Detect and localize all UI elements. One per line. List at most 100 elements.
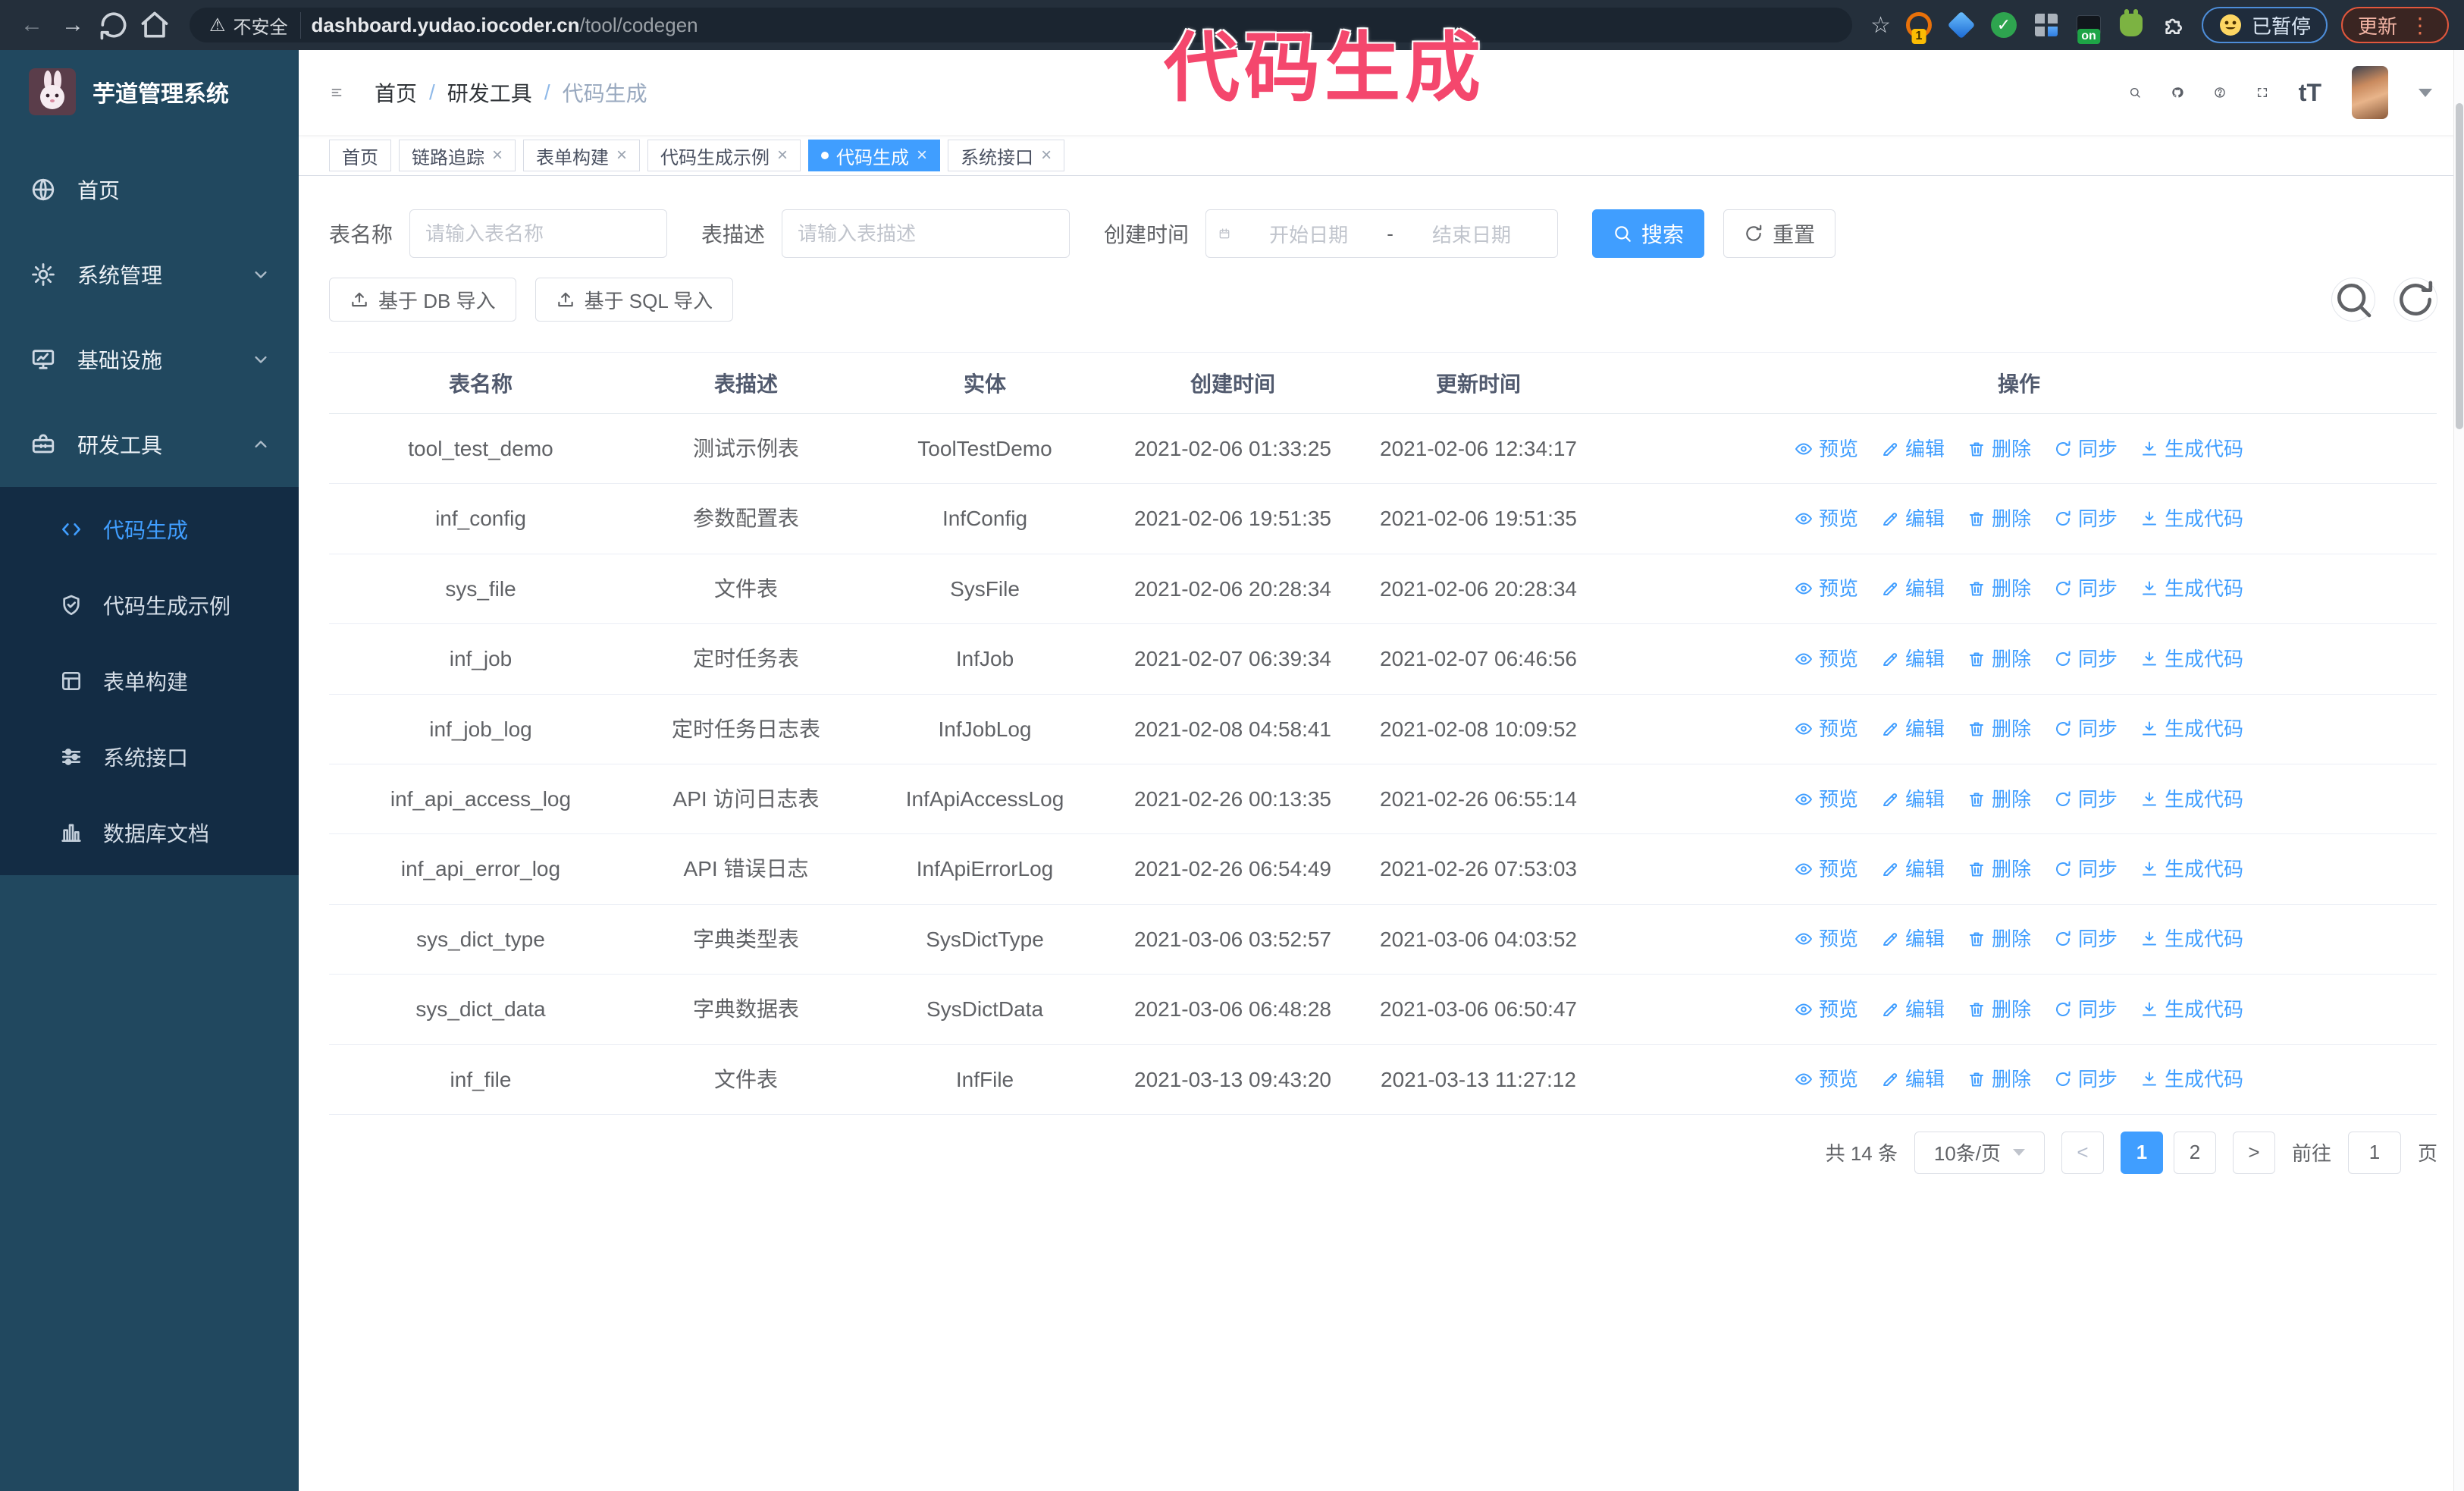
avatar[interactable] bbox=[2352, 66, 2388, 119]
reset-button[interactable]: 重置 bbox=[1723, 209, 1836, 258]
close-icon[interactable]: × bbox=[917, 146, 927, 165]
action-同步[interactable]: 同步 bbox=[2054, 434, 2118, 464]
action-编辑[interactable]: 编辑 bbox=[1881, 714, 1945, 744]
action-预览[interactable]: 预览 bbox=[1795, 714, 1858, 744]
action-生成代码[interactable]: 生成代码 bbox=[2140, 504, 2243, 534]
action-同步[interactable]: 同步 bbox=[2054, 784, 2118, 815]
breadcrumb-item[interactable]: 研发工具 bbox=[447, 77, 532, 108]
next-page-button[interactable]: > bbox=[2232, 1131, 2275, 1174]
security-warning[interactable]: ⚠ 不安全 bbox=[209, 11, 301, 39]
tab-首页[interactable]: 首页 bbox=[329, 140, 391, 171]
action-同步[interactable]: 同步 bbox=[2054, 504, 2118, 534]
action-生成代码[interactable]: 生成代码 bbox=[2140, 434, 2243, 464]
action-编辑[interactable]: 编辑 bbox=[1881, 504, 1945, 534]
action-预览[interactable]: 预览 bbox=[1795, 994, 1858, 1025]
action-生成代码[interactable]: 生成代码 bbox=[2140, 994, 2243, 1025]
action-预览[interactable]: 预览 bbox=[1795, 644, 1858, 674]
action-删除[interactable]: 删除 bbox=[1967, 434, 2031, 464]
sidebar-subitem-系统接口[interactable]: 系统接口 bbox=[0, 719, 299, 795]
extension-green-bot-icon[interactable] bbox=[2117, 9, 2146, 39]
action-删除[interactable]: 删除 bbox=[1967, 573, 2031, 604]
page-size-select[interactable]: 10条/页 bbox=[1914, 1131, 2045, 1174]
sidebar-item-系统管理[interactable]: 系统管理 bbox=[0, 232, 299, 317]
close-icon[interactable]: × bbox=[616, 146, 627, 165]
action-编辑[interactable]: 编辑 bbox=[1881, 994, 1945, 1025]
action-编辑[interactable]: 编辑 bbox=[1881, 573, 1945, 604]
breadcrumb-item[interactable]: 首页 bbox=[375, 77, 417, 108]
action-删除[interactable]: 删除 bbox=[1967, 784, 2031, 815]
action-生成代码[interactable]: 生成代码 bbox=[2140, 573, 2243, 604]
close-icon[interactable]: × bbox=[1041, 146, 1052, 165]
prev-page-button[interactable]: < bbox=[2061, 1131, 2104, 1174]
tab-表单构建[interactable]: 表单构建 × bbox=[523, 140, 641, 171]
extension-orange-circle-icon[interactable]: 1 bbox=[1904, 11, 1933, 44]
avatar-caret-icon[interactable] bbox=[2419, 88, 2432, 97]
action-预览[interactable]: 预览 bbox=[1795, 784, 1858, 815]
action-删除[interactable]: 删除 bbox=[1967, 644, 2031, 674]
action-删除[interactable]: 删除 bbox=[1967, 504, 2031, 534]
action-编辑[interactable]: 编辑 bbox=[1881, 1064, 1945, 1094]
action-预览[interactable]: 预览 bbox=[1795, 573, 1858, 604]
extension-blue-gem-icon[interactable] bbox=[1947, 11, 1976, 39]
extension-grid-icon[interactable] bbox=[2032, 11, 2061, 39]
tab-链路追踪[interactable]: 链路追踪 × bbox=[399, 140, 516, 171]
extensions-puzzle-icon[interactable] bbox=[2159, 11, 2188, 39]
search-button[interactable]: 搜索 bbox=[1592, 209, 1705, 258]
action-同步[interactable]: 同步 bbox=[2054, 1064, 2118, 1094]
extension-dark-icon[interactable]: on bbox=[2074, 11, 2103, 44]
sidebar-subitem-代码生成示例[interactable]: 代码生成示例 bbox=[0, 567, 299, 643]
page-scrollbar[interactable] bbox=[2453, 50, 2464, 1491]
action-编辑[interactable]: 编辑 bbox=[1881, 434, 1945, 464]
sidebar-subitem-代码生成[interactable]: 代码生成 bbox=[0, 491, 299, 567]
font-size-icon[interactable]: tT bbox=[2299, 79, 2321, 107]
action-生成代码[interactable]: 生成代码 bbox=[2140, 1064, 2243, 1094]
action-编辑[interactable]: 编辑 bbox=[1881, 644, 1945, 674]
action-删除[interactable]: 删除 bbox=[1967, 1064, 2031, 1094]
action-生成代码[interactable]: 生成代码 bbox=[2140, 924, 2243, 954]
browser-home-icon[interactable] bbox=[138, 8, 171, 42]
search-icon[interactable] bbox=[2129, 86, 2141, 99]
hamburger-icon[interactable] bbox=[331, 86, 343, 99]
action-生成代码[interactable]: 生成代码 bbox=[2140, 854, 2243, 884]
page-button-1[interactable]: 1 bbox=[2120, 1131, 2163, 1174]
close-icon[interactable]: × bbox=[777, 146, 788, 165]
fullscreen-icon[interactable] bbox=[2256, 86, 2268, 99]
action-同步[interactable]: 同步 bbox=[2054, 854, 2118, 884]
help-icon[interactable] bbox=[2214, 86, 2226, 99]
browser-back-icon[interactable]: ← bbox=[15, 8, 49, 42]
sidebar-logo[interactable]: 芋道管理系统 bbox=[0, 50, 299, 133]
action-编辑[interactable]: 编辑 bbox=[1881, 924, 1945, 954]
import-sql-button[interactable]: 基于 SQL 导入 bbox=[534, 278, 734, 322]
browser-reload-icon[interactable] bbox=[97, 8, 130, 42]
action-编辑[interactable]: 编辑 bbox=[1881, 854, 1945, 884]
browser-forward-icon[interactable]: → bbox=[56, 8, 89, 42]
tab-代码生成[interactable]: 代码生成 × bbox=[808, 140, 941, 171]
action-预览[interactable]: 预览 bbox=[1795, 504, 1858, 534]
date-range-picker[interactable]: 开始日期 - 结束日期 bbox=[1205, 209, 1559, 258]
action-同步[interactable]: 同步 bbox=[2054, 714, 2118, 744]
action-生成代码[interactable]: 生成代码 bbox=[2140, 714, 2243, 744]
sidebar-item-基础设施[interactable]: 基础设施 bbox=[0, 317, 299, 402]
action-同步[interactable]: 同步 bbox=[2054, 994, 2118, 1025]
sidebar-item-首页[interactable]: 首页 bbox=[0, 147, 299, 232]
import-db-button[interactable]: 基于 DB 导入 bbox=[329, 278, 516, 322]
goto-page-input[interactable] bbox=[2347, 1131, 2401, 1174]
action-生成代码[interactable]: 生成代码 bbox=[2140, 644, 2243, 674]
page-button-2[interactable]: 2 bbox=[2173, 1131, 2216, 1174]
action-预览[interactable]: 预览 bbox=[1795, 434, 1858, 464]
table-name-input[interactable] bbox=[409, 209, 668, 258]
sidebar-item-研发工具[interactable]: 研发工具 bbox=[0, 402, 299, 487]
action-编辑[interactable]: 编辑 bbox=[1881, 784, 1945, 815]
action-预览[interactable]: 预览 bbox=[1795, 854, 1858, 884]
tab-代码生成示例[interactable]: 代码生成示例 × bbox=[647, 140, 801, 171]
address-bar[interactable]: ⚠ 不安全 dashboard.yudao.iocoder.cn/tool/co… bbox=[190, 8, 1853, 42]
close-icon[interactable]: × bbox=[492, 146, 503, 165]
action-删除[interactable]: 删除 bbox=[1967, 854, 2031, 884]
refresh-button[interactable] bbox=[2393, 278, 2437, 322]
github-icon[interactable] bbox=[2171, 86, 2183, 99]
tab-系统接口[interactable]: 系统接口 × bbox=[948, 140, 1065, 171]
toggle-search-button[interactable] bbox=[2331, 278, 2375, 322]
bookmark-star-icon[interactable]: ☆ bbox=[1870, 12, 1891, 39]
browser-menu-icon[interactable]: ⋮ bbox=[2409, 13, 2432, 38]
sidebar-subitem-数据库文档[interactable]: 数据库文档 bbox=[0, 795, 299, 871]
